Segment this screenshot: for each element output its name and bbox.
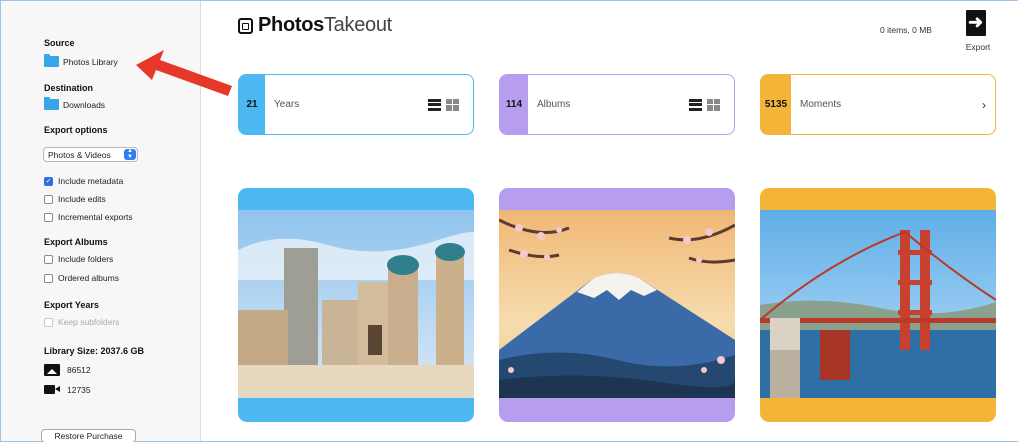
incremental-exports-checkbox[interactable]: Incremental exports	[44, 212, 133, 222]
folder-icon	[44, 54, 59, 67]
videos-count: 12735	[67, 384, 91, 395]
items-status: 0 items, 0 MB	[880, 25, 932, 35]
checkbox-icon	[44, 194, 53, 204]
app-logo: PhotosTakeout	[238, 14, 392, 37]
albums-count: 114	[500, 75, 528, 134]
include-folders-checkbox[interactable]: Include folders	[44, 254, 113, 264]
select-arrows-icon: ▲ ▼	[124, 148, 136, 160]
media-type-select[interactable]: Photos & Videos ▲ ▼	[43, 147, 138, 162]
checkbox-icon	[44, 273, 53, 283]
photo-icon	[44, 364, 60, 376]
albums-photo-card[interactable]	[499, 188, 735, 422]
moments-label: Moments	[800, 99, 842, 110]
photos-count: 86512	[67, 365, 91, 375]
albums-label: Albums	[537, 99, 571, 110]
photos-count-row: 86512	[44, 364, 91, 376]
ordered-albums-label: Ordered albums	[58, 273, 119, 283]
export-arrow-icon: ➜	[968, 12, 984, 32]
moments-photo-card[interactable]	[760, 188, 996, 422]
years-card[interactable]: 21 Years	[238, 74, 474, 135]
ordered-albums-checkbox[interactable]: Ordered albums	[44, 273, 119, 283]
years-photo-card[interactable]	[238, 188, 474, 422]
moments-card[interactable]: 5135 Moments ›	[760, 74, 996, 135]
checkbox-icon	[44, 317, 53, 327]
arrow-head	[136, 50, 232, 96]
video-camera-icon	[44, 384, 60, 395]
include-metadata-checkbox[interactable]: ✓ Include metadata	[44, 176, 123, 186]
mount-fuji-photo	[499, 210, 735, 398]
restore-purchase-button[interactable]: Restore Purchase	[41, 429, 136, 442]
grid-view-icon[interactable]	[446, 98, 459, 111]
red-annotation-arrow	[136, 50, 232, 96]
list-view-icon[interactable]	[428, 98, 441, 111]
moments-count: 5135	[761, 75, 791, 134]
library-size-label: Library Size: 2037.6 GB	[44, 346, 145, 356]
media-type-select-value: Photos & Videos	[48, 149, 111, 160]
destination-folder[interactable]: Downloads	[44, 97, 106, 110]
include-edits-checkbox[interactable]: Include edits	[44, 194, 106, 204]
keep-subfolders-label: Keep subfolders	[58, 317, 120, 327]
videos-count-row: 12735	[44, 384, 91, 395]
chevron-right-icon: ›	[982, 97, 986, 112]
export-albums-title: Export Albums	[44, 237, 108, 247]
source-title: Source	[44, 38, 75, 48]
app-title-light: Takeout	[323, 14, 392, 36]
grid-view-icon[interactable]	[707, 98, 720, 111]
source-folder[interactable]: Photos Library	[44, 54, 118, 67]
years-label: Years	[274, 99, 300, 110]
include-metadata-label: Include metadata	[58, 176, 124, 186]
photos-takeout-logo-icon	[238, 17, 253, 34]
destination-title: Destination	[44, 83, 94, 93]
app-title-bold: Photos	[258, 14, 324, 36]
destination-folder-label: Downloads	[63, 99, 106, 110]
desert-fortress-photo	[238, 210, 474, 398]
export-label: Export	[965, 42, 991, 52]
export-years-title: Export Years	[44, 300, 99, 310]
app-title: PhotosTakeout	[258, 14, 392, 37]
keep-subfolders-checkbox[interactable]: Keep subfolders	[44, 317, 119, 327]
folder-icon	[44, 97, 59, 110]
export-button[interactable]: ➜ Export	[960, 8, 996, 54]
checkbox-icon	[44, 212, 53, 222]
checkbox-icon	[44, 254, 53, 264]
list-view-icon[interactable]	[689, 98, 702, 111]
source-folder-label: Photos Library	[63, 56, 118, 67]
golden-gate-bridge-photo	[760, 210, 996, 398]
export-options-title: Export options	[44, 125, 108, 135]
years-count: 21	[239, 75, 265, 134]
include-folders-label: Include folders	[58, 254, 114, 264]
checkmark-icon: ✓	[44, 176, 53, 186]
albums-card[interactable]: 114 Albums	[499, 74, 735, 135]
include-edits-label: Include edits	[58, 194, 106, 204]
incremental-exports-label: Incremental exports	[58, 212, 133, 222]
